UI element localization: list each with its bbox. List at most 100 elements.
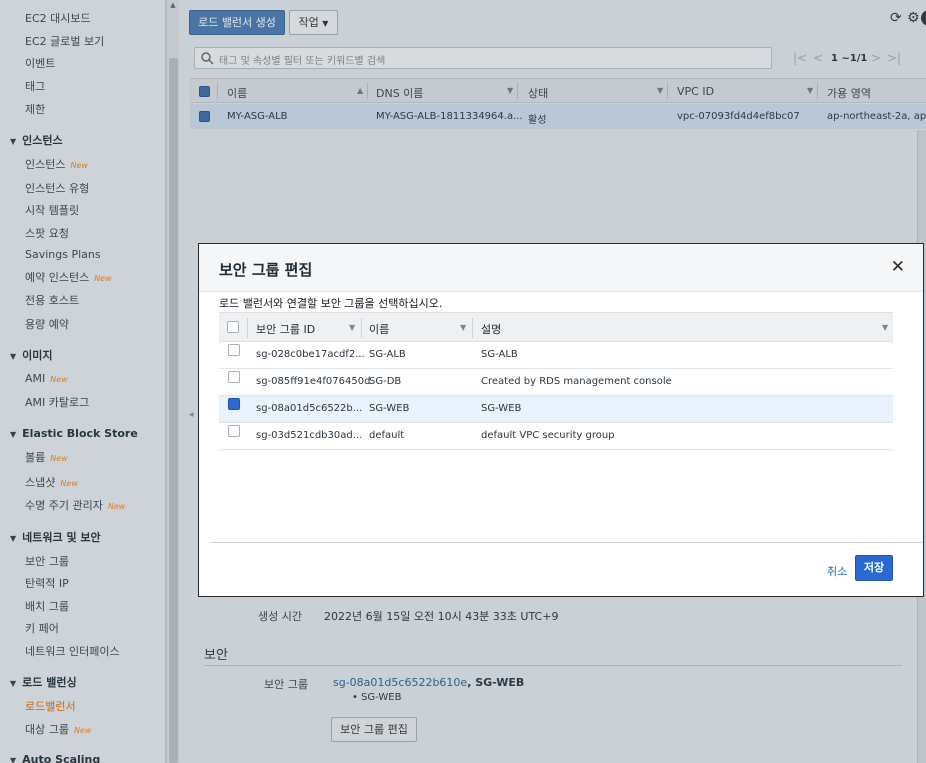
sidebar-item-tags[interactable]: 태그 — [25, 78, 45, 94]
sg-row[interactable]: sg-03d521cdb30ad... default default VPC … — [219, 423, 893, 450]
sidebar-item-savings-plans[interactable]: Savings Plans — [25, 248, 101, 261]
sidebar-item-instances[interactable]: 인스턴스 New — [25, 156, 88, 172]
security-group-link[interactable]: sg-08a01d5c6522b610e — [333, 676, 467, 689]
sort-asc-icon[interactable]: ▲ — [357, 86, 363, 95]
column-header-az[interactable]: 가용 영역 — [827, 85, 871, 101]
sidebar-item-load-balancers[interactable]: 로드밸런서 — [25, 698, 76, 714]
sidebar-item-placement-groups[interactable]: 배치 그룹 — [25, 598, 69, 614]
sidebar-item-volumes[interactable]: 볼륨 New — [25, 449, 68, 465]
select-all-checkbox[interactable] — [227, 321, 239, 333]
item-label: 스냅샷 — [25, 476, 56, 489]
sidebar-section-instances[interactable]: ▼ 인스턴스 — [10, 132, 63, 148]
column-divider — [247, 318, 248, 338]
section-title: 이미지 — [22, 349, 53, 362]
caret-down-icon: ▼ — [10, 534, 17, 543]
scroll-up-arrow-icon[interactable]: ▲ — [167, 0, 179, 12]
sidebar-scrollbar[interactable]: ▲ — [166, 0, 179, 763]
sidebar-item-elastic-ip[interactable]: 탄력적 IP — [25, 575, 69, 591]
sidebar-item-ec2-global-view[interactable]: EC2 글로벌 보기 — [25, 33, 104, 49]
create-load-balancer-button[interactable]: 로드 밸런서 생성 — [189, 10, 285, 35]
sidebar-section-load-balancing[interactable]: ▼ 로드 밸런싱 — [10, 674, 77, 690]
last-page-icon[interactable]: >| — [887, 51, 901, 65]
sg-id: sg-03d521cdb30ad... — [256, 430, 363, 441]
sidebar-section-network-security[interactable]: ▼ 네트워크 및 보안 — [10, 529, 101, 545]
caret-down-icon: ▼ — [10, 137, 17, 146]
scroll-left-icon[interactable]: ◂ — [189, 410, 197, 430]
column-header-dns[interactable]: DNS 이름 — [376, 85, 423, 101]
security-group-sub: • SG-WEB — [352, 692, 402, 703]
sidebar-item-lifecycle-manager[interactable]: 수명 주기 관리자 New — [25, 497, 125, 513]
close-icon[interactable]: ✕ — [891, 257, 905, 277]
column-divider — [817, 83, 818, 99]
row-checkbox[interactable] — [199, 111, 210, 122]
table-header: 이름 ▲ DNS 이름 ▼ 상태 ▼ VPC ID ▼ 가용 영역 — [190, 78, 926, 103]
column-header-sg-id[interactable]: 보안 그룹 ID — [256, 321, 315, 337]
sidebar-item-events[interactable]: 이벤트 — [25, 55, 55, 71]
created-time-value: 2022년 6월 15일 오전 10시 43분 33초 UTC+9 — [324, 610, 559, 623]
next-page-icon[interactable]: > — [871, 51, 881, 65]
search-input[interactable]: 태그 및 속성별 필터 또는 키워드별 검색 — [194, 47, 772, 69]
sg-row-checkbox[interactable] — [228, 344, 240, 356]
section-title: Elastic Block Store — [22, 427, 138, 440]
sidebar-item-limits[interactable]: 제한 — [25, 101, 45, 117]
help-icon[interactable] — [921, 10, 926, 26]
sidebar-item-snapshots[interactable]: 스냅샷 New — [25, 474, 78, 490]
column-header-state[interactable]: 상태 — [528, 85, 548, 101]
cancel-button[interactable]: 취소 — [827, 563, 847, 579]
sg-row[interactable]: sg-028c0be17acdf2... SG-ALB SG-ALB — [219, 342, 893, 369]
section-title: 로드 밸런싱 — [22, 676, 77, 689]
item-label: 수명 주기 관리자 — [25, 499, 103, 512]
sidebar-section-ebs[interactable]: ▼ Elastic Block Store — [10, 427, 138, 440]
sort-icon[interactable]: ▼ — [507, 86, 513, 95]
column-header-vpc[interactable]: VPC ID — [677, 85, 714, 98]
new-badge: New — [60, 479, 78, 488]
actions-dropdown-button[interactable]: 작업 ▼ — [289, 10, 338, 35]
sg-id: sg-028c0be17acdf2... — [256, 349, 365, 360]
sidebar-item-ami-catalog[interactable]: AMI 카탈로그 — [25, 394, 89, 410]
sg-row-checkbox[interactable] — [228, 425, 240, 437]
sg-name: SG-WEB — [369, 403, 410, 414]
column-header-sg-name[interactable]: 이름 — [369, 321, 389, 337]
scrollbar-thumb[interactable] — [169, 58, 178, 763]
column-header-sg-desc[interactable]: 설명 — [481, 321, 501, 337]
sidebar-item-target-groups[interactable]: 대상 그룹 New — [25, 721, 91, 737]
column-divider — [472, 318, 473, 338]
sidebar-item-security-groups[interactable]: 보안 그룹 — [25, 553, 69, 569]
table-row[interactable]: MY-ASG-ALB MY-ASG-ALB-1811334964.a... 활성… — [190, 104, 926, 129]
sidebar-item-instance-types[interactable]: 인스턴스 유형 — [25, 180, 89, 196]
edit-security-groups-button[interactable]: 보안 그룹 편집 — [331, 717, 417, 742]
sidebar-item-network-interfaces[interactable]: 네트워크 인터페이스 — [25, 643, 120, 659]
refresh-icon[interactable]: ⟳ — [890, 10, 902, 26]
sidebar-item-reserved-instances[interactable]: 예약 인스턴스 New — [25, 269, 112, 285]
first-page-icon[interactable]: |< — [793, 51, 807, 65]
sg-row[interactable]: sg-085ff91e4f076450d SG-DB Created by RD… — [219, 369, 893, 396]
sidebar-item-dedicated-hosts[interactable]: 전용 호스트 — [25, 292, 79, 308]
save-button[interactable]: 저장 — [855, 555, 893, 581]
sidebar-item-ec2-dashboard[interactable]: EC2 대시보드 — [25, 10, 91, 26]
detail-panel: 생성 시간 2022년 6월 15일 오전 10시 43분 33초 UTC+9 … — [190, 590, 926, 763]
sidebar-section-images[interactable]: ▼ 이미지 — [10, 347, 53, 363]
sort-icon[interactable]: ▼ — [807, 86, 813, 95]
select-all-checkbox[interactable] — [199, 86, 210, 97]
gear-icon[interactable]: ⚙ — [907, 10, 920, 26]
sg-name: default — [369, 430, 405, 441]
column-header-name[interactable]: 이름 — [227, 85, 247, 101]
sg-row-selected[interactable]: sg-08a01d5c6522b... SG-WEB SG-WEB — [219, 396, 893, 423]
new-badge: New — [70, 161, 88, 170]
sort-icon[interactable]: ▼ — [460, 323, 466, 332]
sg-row-checkbox[interactable] — [228, 371, 240, 383]
sg-row-checkbox-checked[interactable] — [228, 398, 240, 410]
sort-icon[interactable]: ▼ — [657, 86, 663, 95]
sidebar-item-ami[interactable]: AMI New — [25, 372, 68, 385]
column-divider — [217, 83, 218, 99]
modal-footer-divider — [211, 542, 923, 543]
prev-page-icon[interactable]: < — [813, 51, 823, 65]
sidebar-section-auto-scaling[interactable]: ▼ Auto Scaling — [10, 753, 100, 763]
sidebar-item-spot-requests[interactable]: 스팟 요청 — [25, 225, 69, 241]
sort-icon[interactable]: ▼ — [349, 323, 355, 332]
sort-icon[interactable]: ▼ — [882, 323, 888, 332]
sidebar-item-key-pairs[interactable]: 키 페어 — [25, 620, 59, 636]
sidebar-item-capacity-reservations[interactable]: 용량 예약 — [25, 316, 69, 332]
sidebar-item-launch-templates[interactable]: 시작 템플릿 — [25, 202, 79, 218]
sg-id: sg-085ff91e4f076450d — [256, 376, 371, 387]
